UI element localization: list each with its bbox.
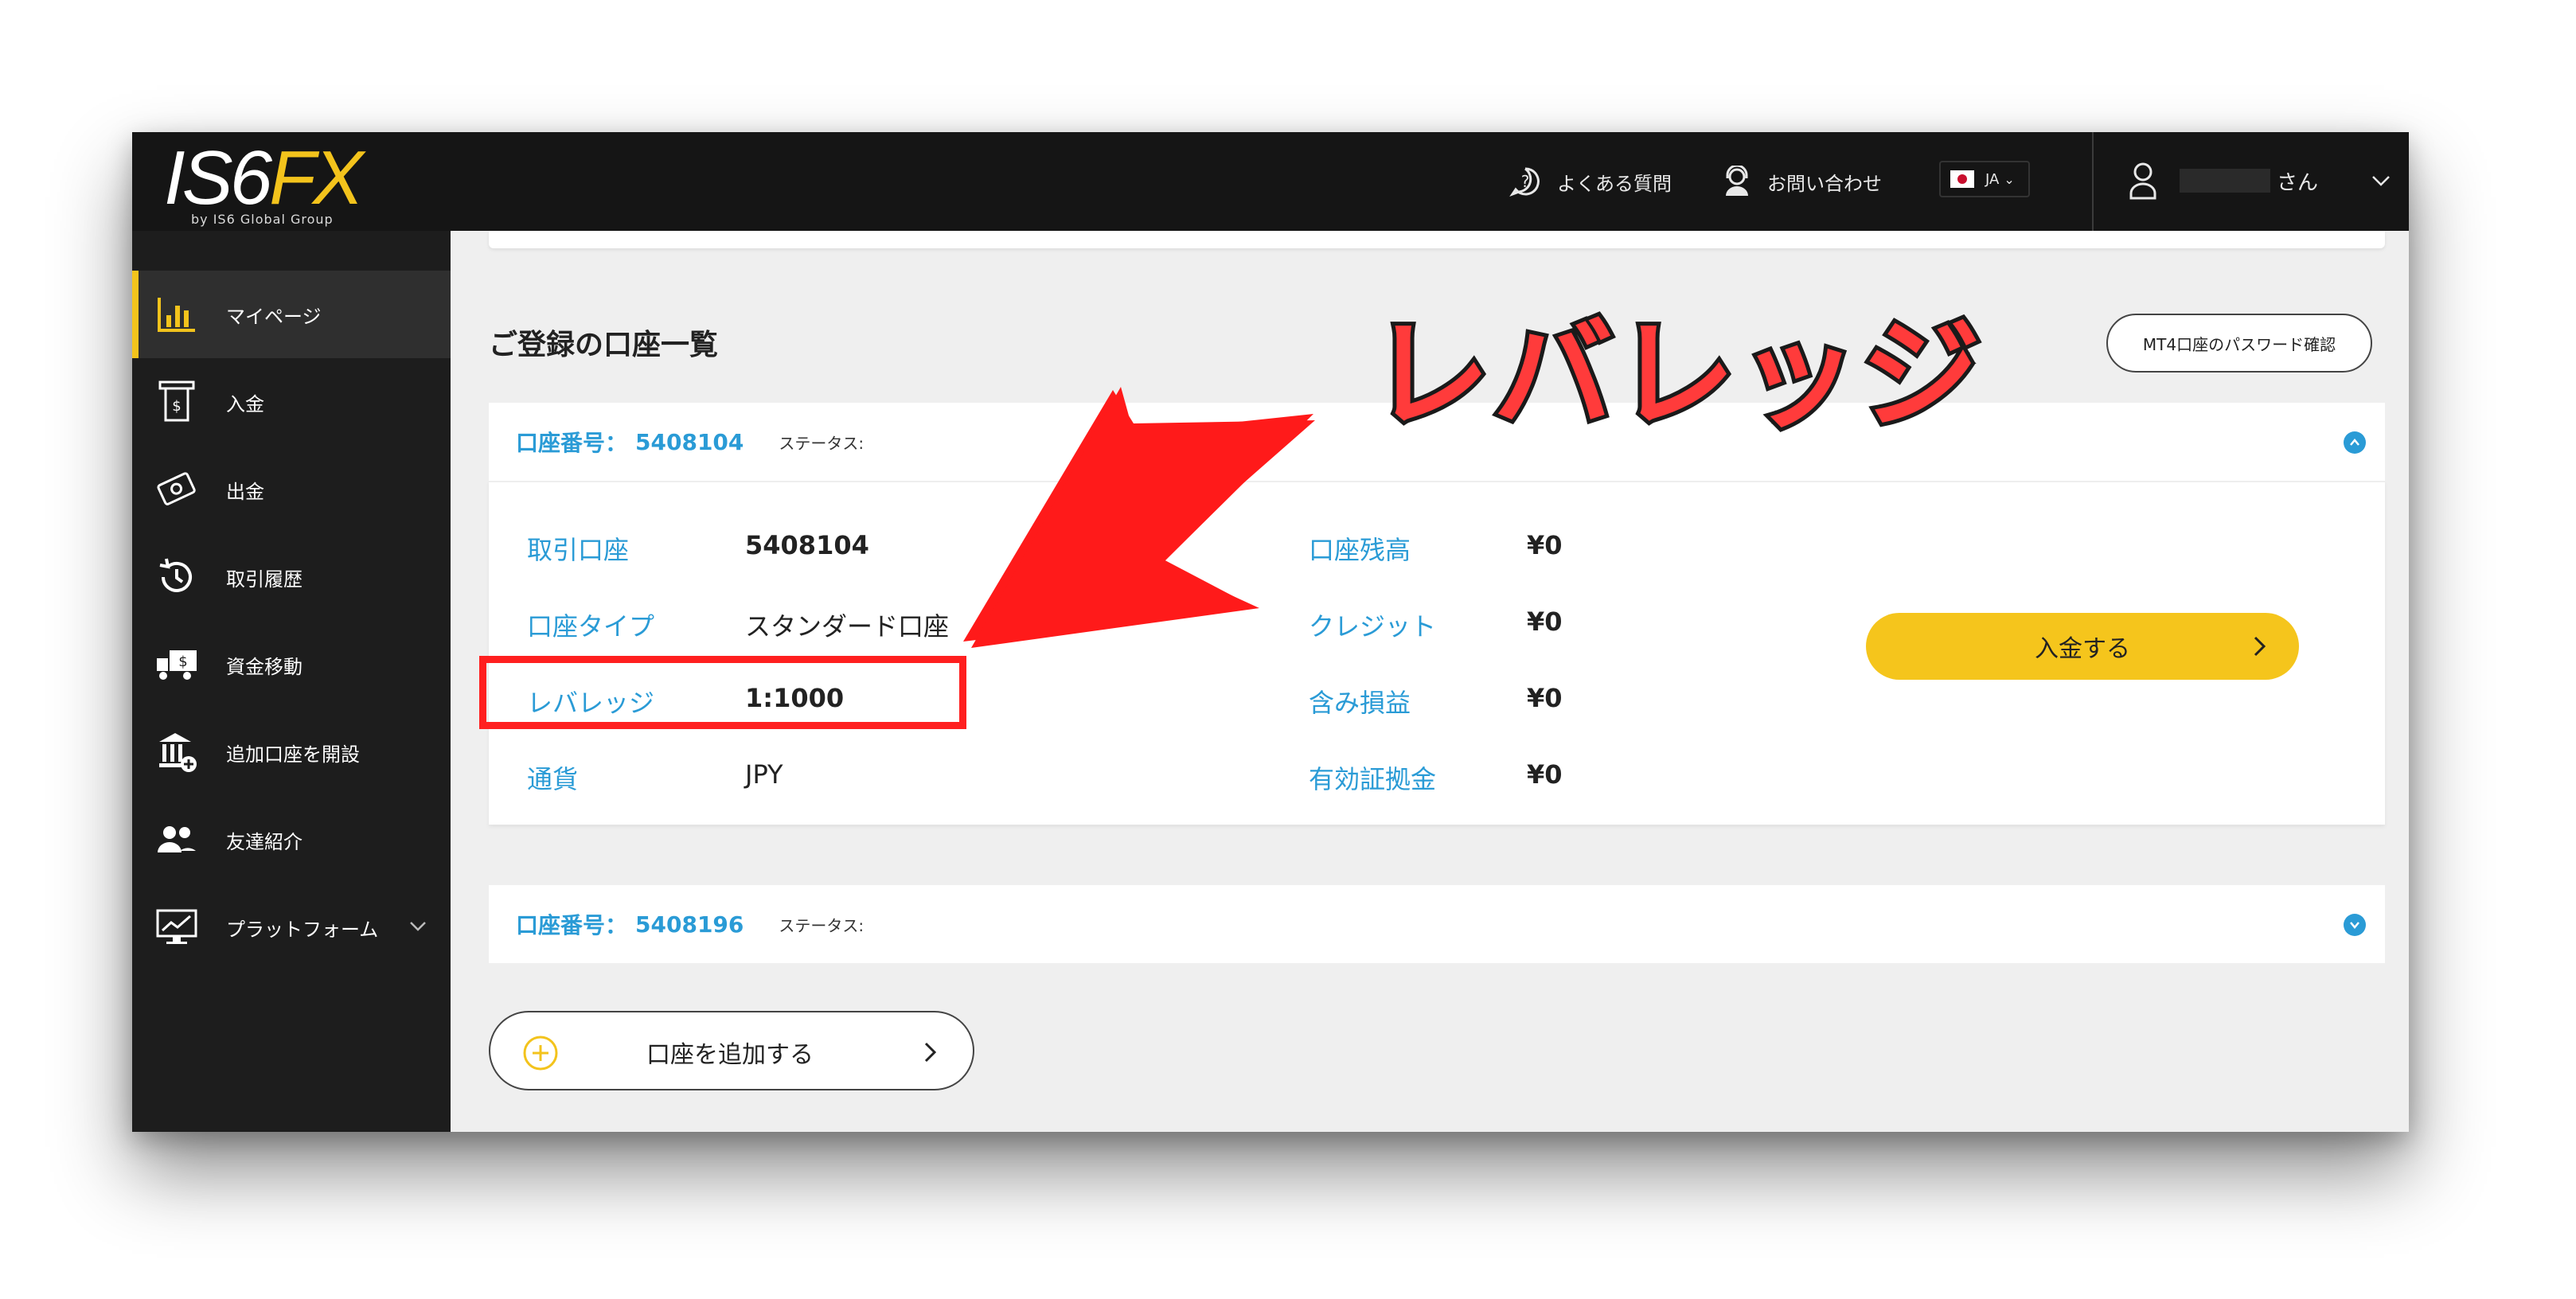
effective-margin-label: 有効証拠金 — [1309, 764, 1437, 794]
language-select[interactable]: JA ⌄ — [1939, 161, 2030, 197]
credit-value: ¥0 — [1527, 607, 1563, 637]
logo[interactable]: IS6FX by IS6 Global Group — [164, 135, 403, 228]
chevron-down-icon[interactable] — [2369, 169, 2393, 193]
question-icon: ? — [1509, 167, 1540, 197]
logo-wordmark: IS6FX — [164, 135, 364, 220]
chevron-down-icon — [410, 922, 426, 931]
sidebar-item-label: プラットフォーム — [226, 918, 379, 941]
unrealized-pl-label: 含み損益 — [1309, 688, 1411, 718]
page-title: ご登録の口座一覧 — [489, 329, 719, 361]
language-label: JA — [1985, 170, 2000, 188]
sidebar-item-transfer[interactable]: $ 資金移動 — [132, 621, 451, 708]
sidebar-item-label: マイページ — [226, 305, 322, 328]
user-suffix: さん — [2277, 170, 2319, 195]
chevron-down-icon — [2350, 922, 2359, 929]
expand-toggle[interactable] — [2344, 914, 2366, 936]
account-number: 5408104 — [635, 428, 744, 455]
logo-text-fx: FX — [269, 135, 364, 220]
monitor-chart-icon — [154, 905, 199, 950]
faq-link[interactable]: ? よくある質問 — [1509, 162, 1672, 201]
header-divider — [2092, 132, 2094, 231]
japan-flag-icon — [1950, 170, 1974, 188]
previous-card-edge — [489, 231, 2385, 248]
sidebar-item-label: 友達紹介 — [226, 830, 302, 853]
cash-withdraw-icon — [154, 467, 199, 512]
account-type-value: スタンダード口座 — [745, 611, 950, 642]
svg-text:?: ? — [1521, 172, 1530, 191]
user-name-redacted — [2180, 169, 2270, 193]
logo-subtitle: by IS6 Global Group — [191, 212, 334, 227]
account-number-label: 口座番号： — [516, 912, 628, 938]
sidebar-item-platform[interactable]: プラットフォーム — [132, 884, 451, 971]
logo-text-is6: IS6 — [164, 135, 272, 220]
bar-chart-icon — [154, 292, 199, 337]
sidebar-item-label: 入金 — [226, 392, 264, 415]
sidebar-item-label: 追加口座を開設 — [226, 743, 360, 766]
trading-account-value: 5408104 — [745, 530, 869, 560]
trading-account-label: 取引口座 — [527, 535, 630, 565]
credit-label: クレジット — [1309, 611, 1437, 642]
sidebar: マイページ $ 入金 出金 取引履歴 $ 資金移動 追加口座を開設 友達紹介 プ… — [132, 231, 451, 1132]
user-icon — [2129, 162, 2156, 200]
svg-text:$: $ — [172, 398, 181, 415]
users-icon — [154, 817, 199, 862]
sidebar-item-label: 資金移動 — [226, 655, 302, 678]
sidebar-item-deposit[interactable]: $ 入金 — [132, 358, 451, 446]
atm-deposit-icon: $ — [154, 380, 199, 424]
truck-transfer-icon: $ — [154, 642, 199, 687]
balance-value: ¥0 — [1527, 530, 1563, 560]
add-account-label: 口座を追加する — [646, 1041, 814, 1069]
chevron-down-icon: ⌄ — [2004, 171, 2015, 187]
contact-link[interactable]: お問い合わせ — [1723, 162, 1882, 201]
chevron-right-icon — [924, 1042, 937, 1063]
sidebar-item-open-account[interactable]: 追加口座を開設 — [132, 708, 451, 796]
status-label: ステータス: — [779, 915, 865, 935]
balance-label: 口座残高 — [1309, 535, 1411, 565]
headset-icon — [1726, 166, 1748, 196]
mt4-password-button[interactable]: MT4口座のパスワード確認 — [2106, 314, 2372, 373]
sidebar-item-label: 取引履歴 — [226, 568, 302, 591]
svg-text:$: $ — [178, 653, 187, 670]
top-bar: IS6FX by IS6 Global Group ? よくある質問 お問い合わ… — [132, 132, 2409, 231]
unrealized-pl-value: ¥0 — [1527, 683, 1563, 713]
sidebar-item-history[interactable]: 取引履歴 — [132, 533, 451, 621]
history-icon — [154, 555, 199, 599]
account-number: 5408196 — [635, 911, 744, 938]
annotation-highlight-box — [479, 656, 966, 729]
chevron-right-icon — [2254, 636, 2266, 657]
app-window: IS6FX by IS6 Global Group ? よくある質問 お問い合わ… — [132, 132, 2409, 1132]
contact-label: お問い合わせ — [1767, 172, 1882, 195]
user-menu[interactable]: さん — [2129, 154, 2318, 207]
annotation-callout: レバレッジ — [1367, 302, 1985, 449]
deposit-button[interactable]: 入金する — [1866, 613, 2299, 680]
status-label: ステータス: — [779, 433, 865, 453]
account-number-label: 口座番号： — [516, 430, 628, 456]
effective-margin-value: ¥0 — [1527, 759, 1563, 790]
sidebar-item-label: 出金 — [226, 480, 264, 503]
deposit-button-label: 入金する — [2035, 635, 2130, 663]
currency-value: JPY — [745, 759, 783, 790]
sidebar-item-withdraw[interactable]: 出金 — [132, 446, 451, 533]
plus-circle-icon — [523, 1036, 558, 1071]
collapse-toggle[interactable] — [2344, 431, 2366, 454]
sidebar-item-mypage[interactable]: マイページ — [132, 271, 451, 358]
bank-add-icon — [154, 730, 199, 774]
currency-label: 通貨 — [527, 764, 579, 794]
account-header-2[interactable]: 口座番号： 5408196 ステータス: — [489, 885, 2385, 963]
account-type-label: 口座タイプ — [527, 611, 655, 642]
faq-label: よくある質問 — [1557, 172, 1672, 195]
add-account-button[interactable]: 口座を追加する — [489, 1011, 974, 1090]
sidebar-item-referral[interactable]: 友達紹介 — [132, 796, 451, 884]
chevron-up-icon — [2350, 439, 2359, 446]
